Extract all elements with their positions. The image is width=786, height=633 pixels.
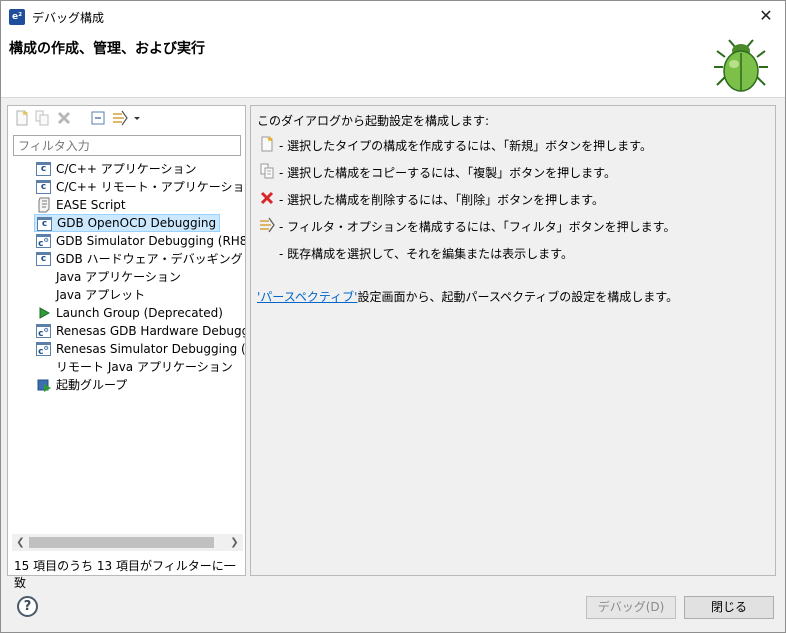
configuration-help-panel: このダイアログから起動設定を構成します: - 選択したタイプの構成を作成するには… <box>250 105 776 576</box>
new-config-icon[interactable] <box>14 110 30 126</box>
collapse-all-icon[interactable] <box>90 110 106 126</box>
c-app-icon: c <box>37 217 52 231</box>
app-logo-icon: e² <box>9 9 25 25</box>
tree-item-gdb-hardware-debugging[interactable]: c GDB ハードウェア・デバッギング <box>34 250 245 268</box>
tree-item-label: リモート Java アプリケーション <box>56 360 233 374</box>
tree-item-label: Renesas GDB Hardware Debugging <box>56 324 245 338</box>
tree-item-java-applet[interactable]: Java アプレット <box>34 286 148 304</box>
c-app-icon: c <box>36 180 51 194</box>
tree-item-launch-group-deprecated[interactable]: Launch Group (Deprecated) <box>34 304 226 322</box>
tree-item-label: GDB ハードウェア・デバッギング <box>56 252 243 266</box>
run-icon <box>39 307 51 319</box>
tree-item-label: EASE Script <box>56 198 126 212</box>
tree-toolbar <box>8 106 245 130</box>
tree-item-gdb-simulator-debugging[interactable]: c⚙ GDB Simulator Debugging (RH850) <box>34 232 245 250</box>
title-bar: e² デバッグ構成 ✕ <box>1 1 785 31</box>
help-line-delete: - 選択した構成を削除するには、「削除」ボタンを押します。 <box>279 193 604 207</box>
window-title: デバッグ構成 <box>32 11 105 25</box>
help-button[interactable]: ? <box>17 596 38 617</box>
tree-item-label: Renesas Simulator Debugging (RX, <box>56 342 245 356</box>
tree-item-label: GDB OpenOCD Debugging <box>57 216 217 230</box>
perspective-help-text: 設定画面から、起動パースペクティブの設定を構成します。 <box>357 290 679 304</box>
tree-item-label: Launch Group (Deprecated) <box>56 306 223 320</box>
help-intro: このダイアログから起動設定を構成します: <box>257 114 490 128</box>
perspective-help: 'パースペクティブ'設定画面から、起動パースペクティブの設定を構成します。 <box>257 288 678 305</box>
scroll-left-icon[interactable]: ❮ <box>12 534 29 551</box>
filter-match-status: 15 項目のうち 13 項目がフィルターに一致 <box>14 559 236 590</box>
launch-group-icon <box>37 379 51 392</box>
tree-item-c-cpp-application[interactable]: c C/C++ アプリケーション <box>34 160 200 178</box>
scrollbar-thumb[interactable] <box>29 537 214 548</box>
delete-config-icon <box>260 191 274 205</box>
tree-item-label: GDB Simulator Debugging (RH850) <box>56 234 245 248</box>
dialog-header: 構成の作成、管理、および実行 <box>1 31 785 98</box>
header-title: 構成の作成、管理、および実行 <box>9 41 205 57</box>
debug-configurations-dialog: e² デバッグ構成 ✕ 構成の作成、管理、および実行 フィルタ入力 c C/C+… <box>0 0 786 633</box>
script-icon <box>38 197 50 213</box>
duplicate-config-icon[interactable] <box>34 110 50 126</box>
configuration-tree-panel: c C/C++ アプリケーション c C/C++ リモート・アプリケーション E… <box>7 105 246 590</box>
tree-item-remote-java-application[interactable]: リモート Java アプリケーション <box>34 358 236 376</box>
new-config-icon <box>261 136 273 152</box>
close-button[interactable]: 閉じる <box>684 596 774 619</box>
filter-input[interactable] <box>13 135 241 156</box>
tree-item-gdb-openocd-debugging[interactable]: c GDB OpenOCD Debugging <box>34 214 221 232</box>
help-line-filter: - フィルタ・オプションを構成するには、「フィルタ」ボタンを押します。 <box>279 220 676 234</box>
configuration-type-tree: c C/C++ アプリケーション c C/C++ リモート・アプリケーション E… <box>8 160 245 534</box>
tree-item-label: C/C++ アプリケーション <box>56 162 197 176</box>
duplicate-config-icon <box>260 163 274 179</box>
tree-item-label: 起動グループ <box>56 378 128 392</box>
perspective-settings-link[interactable]: 'パースペクティブ' <box>257 290 357 304</box>
c-app-icon: c <box>36 252 51 266</box>
bug-icon <box>714 39 768 92</box>
c-app-icon: c <box>36 162 51 176</box>
tree-item-java-application[interactable]: Java アプリケーション <box>34 268 184 286</box>
filter-menu-chevron-down-icon[interactable] <box>132 110 142 126</box>
tree-item-c-cpp-remote-application[interactable]: c C/C++ リモート・アプリケーション <box>34 178 245 196</box>
tree-item-ease-script[interactable]: EASE Script <box>34 196 129 214</box>
help-line-edit: - 既存構成を選択して、それを編集または表示します。 <box>279 247 573 261</box>
c-sim-icon: c⚙ <box>36 342 51 357</box>
tree-item-label: C/C++ リモート・アプリケーション <box>56 180 245 194</box>
filter-config-icon <box>260 217 275 233</box>
tree-item-label: Java アプリケーション <box>56 270 181 284</box>
filter-config-icon[interactable] <box>112 110 128 126</box>
debug-button[interactable]: デバッグ(D) <box>586 596 676 619</box>
tree-horizontal-scrollbar[interactable]: ❮ ❯ <box>12 534 243 551</box>
help-line-new: - 選択したタイプの構成を作成するには、「新規」ボタンを押します。 <box>279 139 652 153</box>
tree-item-launch-group[interactable]: 起動グループ <box>34 376 130 394</box>
c-sim-icon: c⚙ <box>36 234 51 249</box>
tree-item-renesas-simulator-debugging[interactable]: c⚙ Renesas Simulator Debugging (RX, <box>34 340 245 358</box>
c-sim-icon: c⚙ <box>36 324 51 339</box>
scroll-right-icon[interactable]: ❯ <box>226 534 243 551</box>
close-window-button[interactable]: ✕ <box>749 1 783 31</box>
tree-item-renesas-gdb-hardware-debugging[interactable]: c⚙ Renesas GDB Hardware Debugging <box>34 322 245 340</box>
tree-item-label: Java アプレット <box>56 288 146 302</box>
help-line-duplicate: - 選択した構成をコピーするには、「複製」ボタンを押します。 <box>279 166 616 180</box>
delete-config-icon[interactable] <box>56 110 72 126</box>
